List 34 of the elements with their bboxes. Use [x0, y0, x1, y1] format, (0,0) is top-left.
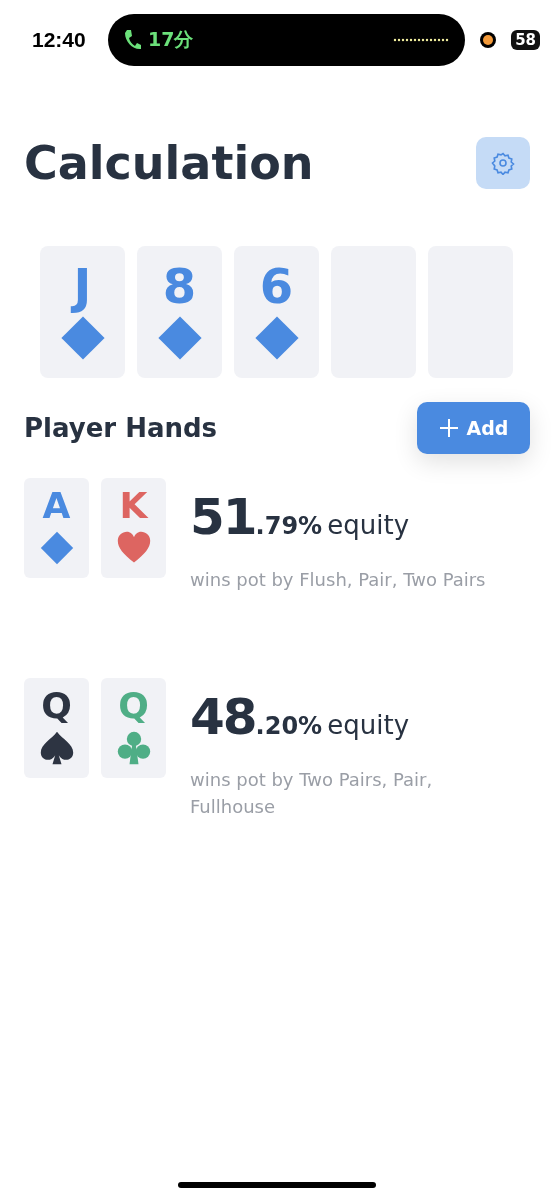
- wins-description: wins pot by Two Pairs, Pair, Fullhouse: [190, 768, 434, 819]
- spade-icon: [38, 730, 75, 766]
- wins-description: wins pot by Flush, Pair, Two Pairs: [190, 568, 487, 592]
- diamond-icon: [38, 530, 75, 566]
- equity-text: 51.79% equity: [190, 488, 411, 546]
- card-rank: 6: [259, 262, 294, 310]
- card-rank: A: [42, 488, 71, 524]
- hand-card[interactable]: A: [24, 478, 89, 578]
- equity-text: 48.20% equity: [190, 688, 411, 746]
- call-pill[interactable]: 17分: [108, 14, 466, 66]
- section-title: Player Hands: [24, 413, 218, 443]
- card-rank: Q: [41, 688, 72, 724]
- settings-button[interactable]: [476, 137, 530, 189]
- page-title: Calculation: [24, 136, 314, 190]
- battery-level: 58: [511, 30, 540, 50]
- hand-card[interactable]: Q: [24, 678, 89, 778]
- plus-icon: [438, 418, 459, 438]
- home-indicator[interactable]: [178, 1182, 376, 1188]
- add-button[interactable]: Add: [417, 402, 530, 454]
- status-time: 12:40: [32, 28, 87, 52]
- card-rank: Q: [118, 688, 149, 724]
- board-card[interactable]: 6: [234, 246, 319, 378]
- club-icon: [115, 730, 152, 766]
- board-card[interactable]: 8: [137, 246, 222, 378]
- call-duration: 17分: [148, 27, 194, 52]
- board-card[interactable]: J: [40, 246, 125, 378]
- card-rank: 8: [162, 262, 197, 310]
- card-rank: K: [119, 488, 148, 524]
- phone-icon: [124, 29, 142, 51]
- hand-card[interactable]: K: [101, 478, 166, 578]
- settings-icon: [491, 151, 515, 175]
- hand-card[interactable]: Q: [101, 678, 166, 778]
- waveform-drawing: [393, 38, 450, 42]
- recording-dot-icon: [479, 31, 498, 49]
